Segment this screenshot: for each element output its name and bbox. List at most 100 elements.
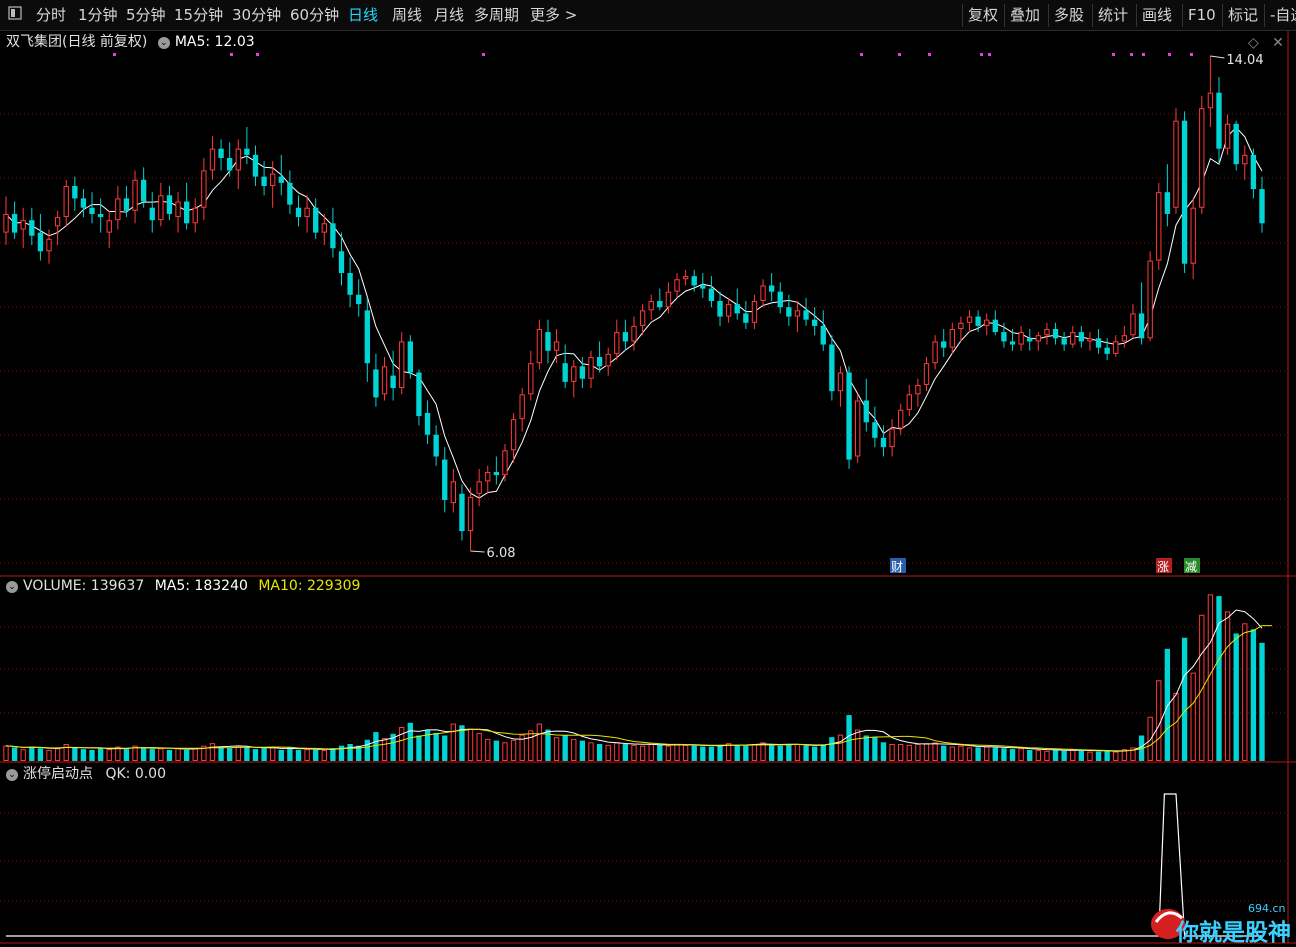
candle-body bbox=[304, 207, 310, 218]
volume-bar bbox=[648, 744, 654, 761]
candle-body bbox=[682, 276, 689, 280]
volume-bar bbox=[510, 739, 517, 761]
volume-bar bbox=[562, 735, 568, 761]
marker-dot bbox=[113, 53, 116, 56]
tab-period-3[interactable]: 15分钟 bbox=[174, 5, 223, 25]
toolbar-button-4[interactable]: 画线 bbox=[1142, 5, 1172, 25]
candle-body bbox=[338, 251, 345, 274]
candle-body bbox=[528, 363, 534, 395]
volume-bar bbox=[252, 749, 259, 761]
candle-body bbox=[588, 356, 594, 379]
candle-body bbox=[545, 332, 551, 351]
volume-bar bbox=[1104, 750, 1110, 761]
volume-bar bbox=[313, 749, 319, 761]
volume-bar bbox=[1087, 751, 1093, 762]
event-badge-1: 涨 bbox=[1157, 559, 1169, 574]
toolbar-button-2[interactable]: 多股 bbox=[1054, 5, 1084, 25]
volume-bar bbox=[209, 743, 216, 762]
toolbar-button-5[interactable]: F10 bbox=[1188, 5, 1216, 25]
tab-period-2[interactable]: 5分钟 bbox=[126, 5, 166, 25]
candle-body bbox=[975, 316, 981, 326]
volume-bar bbox=[1224, 611, 1231, 762]
volume-bar bbox=[1009, 749, 1016, 761]
candle-body bbox=[1250, 154, 1257, 190]
candle-body bbox=[553, 341, 560, 351]
volume-bar bbox=[140, 747, 147, 761]
tab-period-6[interactable]: 日线 bbox=[348, 5, 378, 25]
candle-body bbox=[295, 207, 302, 218]
volume-bar bbox=[97, 748, 104, 761]
volume-bar bbox=[1095, 751, 1102, 761]
volume-bar bbox=[846, 715, 852, 761]
volume-bar bbox=[1147, 716, 1153, 761]
volume-bar bbox=[192, 748, 198, 761]
marker-dot bbox=[988, 53, 991, 56]
candle-body bbox=[270, 173, 276, 186]
kline-chart-area[interactable]: 14.04 6.08 财 涨 减 bbox=[0, 31, 1296, 945]
candle-body bbox=[502, 450, 508, 476]
candle-body bbox=[106, 220, 112, 233]
tab-period-9[interactable]: 多周期 bbox=[474, 5, 519, 25]
candle-body bbox=[149, 207, 155, 221]
candle-body bbox=[949, 328, 955, 348]
volume-bar bbox=[639, 745, 646, 762]
volume-bar bbox=[476, 732, 482, 762]
tab-period-1[interactable]: 1分钟 bbox=[78, 5, 118, 25]
volume-bar bbox=[949, 746, 955, 761]
tab-period-0[interactable]: 分时 bbox=[36, 5, 66, 25]
candle-body bbox=[227, 157, 233, 171]
candle-body bbox=[46, 238, 52, 252]
toolbar-button-7[interactable]: -自选 bbox=[1270, 5, 1296, 25]
marker-dot bbox=[256, 53, 259, 56]
price-ma5-line bbox=[5, 126, 1263, 499]
candle-body bbox=[63, 185, 69, 218]
volume-bar bbox=[829, 737, 835, 761]
candle-body bbox=[459, 493, 465, 532]
candle-body bbox=[158, 195, 164, 221]
toolbar-button-3[interactable]: 统计 bbox=[1098, 5, 1128, 25]
volume-bar bbox=[295, 749, 302, 761]
tab-period-5[interactable]: 60分钟 bbox=[290, 5, 339, 25]
volume-bar bbox=[837, 734, 844, 762]
marker-dot bbox=[230, 53, 233, 56]
volume-bar bbox=[37, 748, 44, 761]
volume-bar bbox=[863, 735, 869, 761]
candle-body bbox=[743, 313, 749, 323]
candle-body bbox=[467, 496, 474, 532]
candle-body bbox=[700, 285, 706, 289]
volume-bar bbox=[1018, 748, 1024, 761]
tab-period-7[interactable]: 周线 bbox=[392, 5, 422, 25]
candle-body bbox=[442, 459, 448, 501]
toolbar-separator bbox=[962, 4, 963, 27]
tab-period-10[interactable]: 更多 > bbox=[530, 5, 577, 25]
candle-body bbox=[1061, 338, 1067, 345]
sidebar-toggle-icon[interactable] bbox=[8, 5, 22, 25]
candle-body bbox=[201, 170, 207, 208]
toolbar-button-6[interactable]: 标记 bbox=[1228, 5, 1258, 25]
volume-bar bbox=[605, 744, 611, 761]
candle-body bbox=[373, 369, 379, 398]
tab-period-8[interactable]: 月线 bbox=[434, 5, 464, 25]
volume-bar bbox=[596, 744, 603, 761]
candle-body bbox=[399, 341, 405, 389]
toolbar-button-0[interactable]: 复权 bbox=[968, 5, 998, 25]
candle-body bbox=[1121, 335, 1128, 342]
toolbar-separator bbox=[1048, 4, 1049, 27]
candle-body bbox=[648, 301, 654, 311]
high-marker-label: 14.04 bbox=[1226, 53, 1263, 68]
tab-period-4[interactable]: 30分钟 bbox=[232, 5, 281, 25]
low-marker-label: 6.08 bbox=[487, 546, 516, 561]
volume-bar bbox=[975, 747, 981, 761]
toolbar-button-1[interactable]: 叠加 bbox=[1010, 5, 1040, 25]
candle-body bbox=[1052, 328, 1059, 339]
candle-body bbox=[872, 422, 878, 438]
candle-body bbox=[717, 301, 723, 317]
volume-bar bbox=[1250, 629, 1257, 761]
volume-bar bbox=[433, 732, 439, 761]
candle-body bbox=[605, 353, 611, 367]
volume-bar bbox=[485, 738, 491, 762]
volume-bar bbox=[932, 742, 938, 761]
marker-dot bbox=[928, 53, 931, 56]
volume-bar bbox=[287, 747, 293, 761]
candle-body bbox=[1104, 347, 1110, 354]
